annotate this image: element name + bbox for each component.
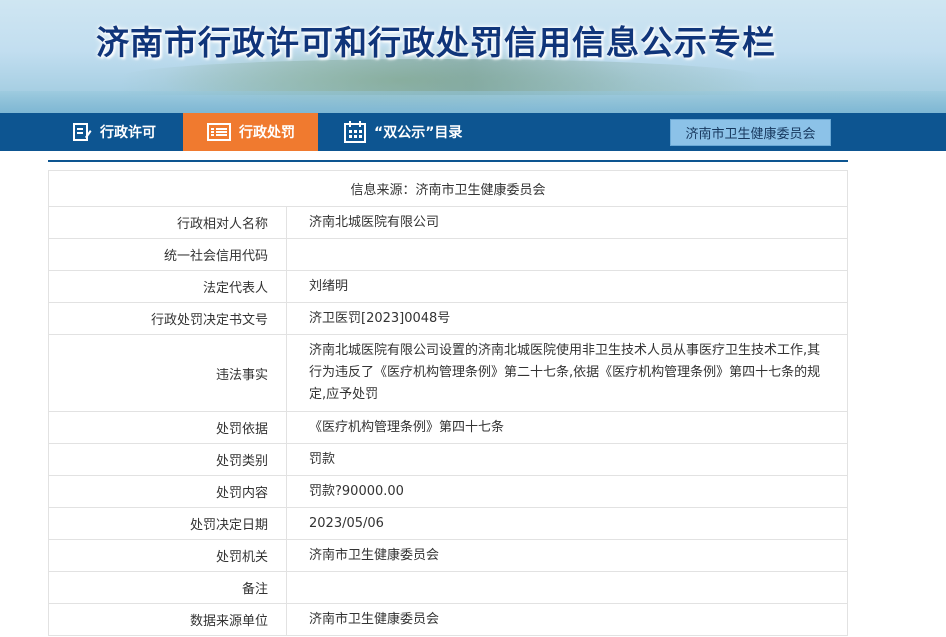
table-row: 备注 [49, 572, 847, 604]
nav-tab-admin-license[interactable]: 行政许可 [72, 113, 182, 151]
table-row: 处罚内容 罚款?90000.00 [49, 476, 847, 508]
table-row: 违法事实 济南北城医院有限公司设置的济南北城医院使用非卫生技术人员从事医疗卫生技… [49, 335, 847, 412]
nav-tab-admin-penalty[interactable]: 行政处罚 [183, 113, 318, 151]
row-value: 2023/05/06 [309, 515, 384, 531]
row-label: 处罚机关 [49, 540, 287, 571]
table-row: 法定代表人 刘绪明 [49, 271, 847, 303]
row-value: 济南市卫生健康委员会 [309, 611, 440, 627]
table-row: 处罚机关 济南市卫生健康委员会 [49, 540, 847, 572]
row-label: 行政相对人名称 [49, 207, 287, 238]
row-label: 行政处罚决定书文号 [49, 303, 287, 334]
table-row: 统一社会信用代码 [49, 239, 847, 271]
page-title: 济南市行政许可和行政处罚信用信息公示专栏 [96, 23, 776, 62]
table-row: 行政处罚决定书文号 济卫医罚[2023]0048号 [49, 303, 847, 335]
row-value [287, 572, 847, 603]
row-label: 统一社会信用代码 [49, 239, 287, 270]
row-value [287, 239, 847, 270]
table-row: 行政相对人名称 济南北城医院有限公司 [49, 207, 847, 239]
header-banner: 济南市行政许可和行政处罚信用信息公示专栏 [0, 0, 946, 113]
nav-tab-label: 行政处罚 [239, 125, 295, 141]
row-label: 处罚依据 [49, 412, 287, 443]
row-label: 处罚内容 [49, 476, 287, 507]
banner-water [0, 91, 946, 113]
table-row: 处罚决定日期 2023/05/06 [49, 508, 847, 540]
banner-landscape [120, 59, 760, 95]
department-button[interactable]: 济南市卫生健康委员会 [670, 119, 831, 146]
row-label: 违法事实 [49, 335, 287, 411]
info-source-text: 信息来源：济南市卫生健康委员会 [350, 183, 546, 198]
nav-tab-label: “双公示”目录 [374, 125, 463, 141]
info-source-row: 信息来源：济南市卫生健康委员会 [49, 171, 847, 207]
row-value: 罚款?90000.00 [309, 483, 404, 499]
table-row: 处罚类别 罚款 [49, 444, 847, 476]
nav-tab-catalog[interactable]: “双公示”目录 [344, 113, 504, 151]
calendar-icon [344, 121, 366, 143]
row-value: 刘绪明 [309, 278, 349, 294]
row-label: 备注 [49, 572, 287, 603]
penalty-detail-table: 信息来源：济南市卫生健康委员会 行政相对人名称 济南北城医院有限公司 统一社会信… [48, 170, 848, 636]
row-value: 济南市卫生健康委员会 [309, 547, 440, 563]
row-value: 济卫医罚[2023]0048号 [309, 310, 451, 326]
row-label: 法定代表人 [49, 271, 287, 302]
content-divider [48, 160, 848, 162]
list-icon [207, 123, 231, 141]
table-row: 数据来源单位 济南市卫生健康委员会 [49, 604, 847, 635]
row-label: 处罚类别 [49, 444, 287, 475]
table-row: 处罚依据 《医疗机构管理条例》第四十七条 [49, 412, 847, 444]
row-label: 处罚决定日期 [49, 508, 287, 539]
document-edit-icon [72, 122, 92, 142]
row-value: 罚款 [309, 451, 336, 467]
row-value: 济南北城医院有限公司 [309, 214, 440, 230]
nav-tab-label: 行政许可 [100, 125, 156, 141]
row-value: 《医疗机构管理条例》第四十七条 [309, 419, 505, 435]
row-value: 济南北城医院有限公司设置的济南北城医院使用非卫生技术人员从事医疗卫生技术工作,其… [309, 343, 821, 402]
row-label: 数据来源单位 [49, 604, 287, 635]
